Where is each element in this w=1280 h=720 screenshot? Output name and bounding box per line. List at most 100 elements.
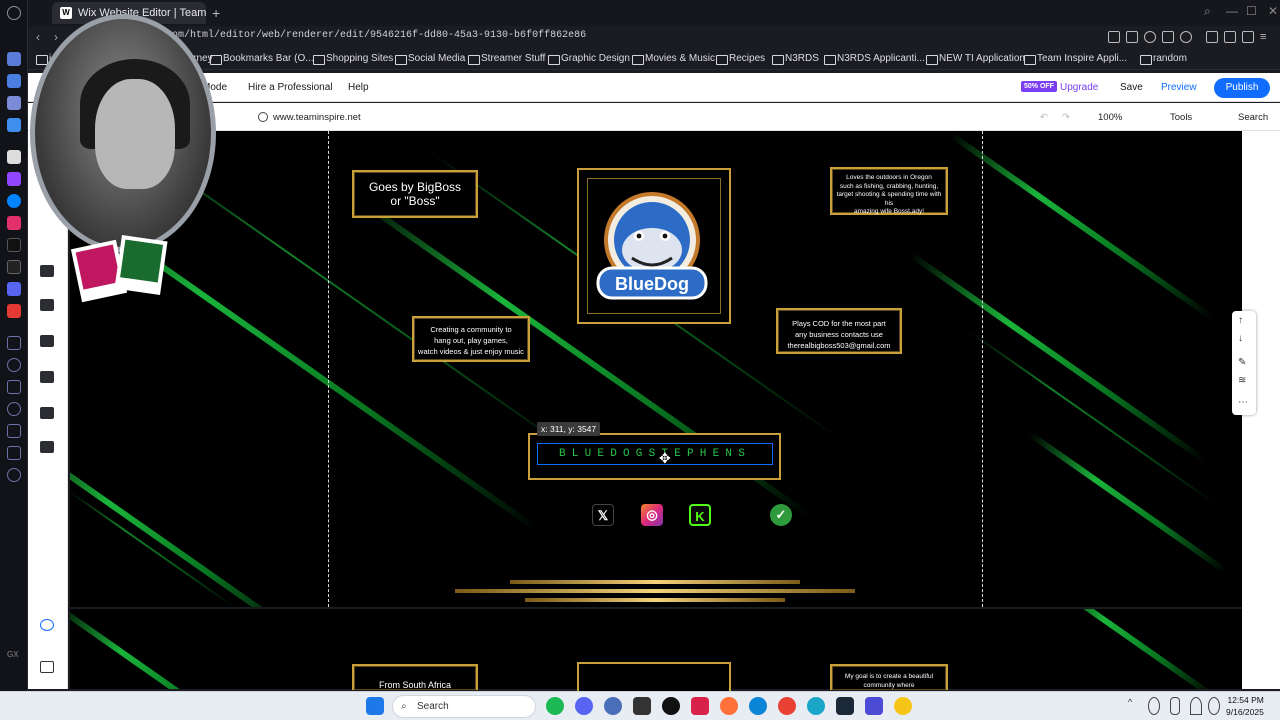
text-box-nickname[interactable]: Goes by BigBoss or "Boss": [352, 170, 478, 218]
gx-icon[interactable]: GX: [7, 650, 21, 664]
system-clock[interactable]: 12:54 PM 9/16/2025: [1226, 694, 1264, 718]
logo-frame[interactable]: [577, 662, 731, 692]
download-icon[interactable]: [7, 424, 21, 438]
cms-icon[interactable]: [40, 407, 54, 419]
upgrade-link[interactable]: Upgrade: [1060, 82, 1098, 93]
text-box-goal[interactable]: My goal is to create a beautiful communi…: [830, 664, 948, 690]
minimize-button[interactable]: —: [1226, 4, 1238, 18]
edit-icon[interactable]: ✎: [1238, 357, 1246, 368]
vpn-icon[interactable]: [1144, 31, 1156, 43]
instagram-icon[interactable]: ◎: [641, 504, 663, 526]
redo-icon[interactable]: ↷: [1062, 112, 1070, 123]
preview-button[interactable]: Preview: [1161, 82, 1197, 93]
maximize-button[interactable]: ☐: [1246, 4, 1257, 18]
extensions-icon[interactable]: [7, 446, 21, 460]
taskbar-app-icon[interactable]: [604, 697, 622, 715]
taskbar-app-icon[interactable]: [894, 697, 912, 715]
player-icon[interactable]: [1162, 31, 1174, 43]
menu-hire-professional[interactable]: Hire a Professional: [248, 82, 332, 93]
history-icon[interactable]: [7, 380, 21, 394]
bookmark-item[interactable]: Shopping Sites: [313, 53, 393, 65]
bookmark-item[interactable]: Bookmarks Bar (O...: [210, 53, 314, 65]
wifi-icon[interactable]: [1190, 697, 1202, 715]
menu-help[interactable]: Help: [348, 82, 369, 93]
bookmark-item[interactable]: random: [1140, 53, 1187, 65]
heart-icon[interactable]: [1180, 31, 1192, 43]
more-icon[interactable]: ⋯: [1238, 397, 1248, 408]
obs-icon[interactable]: [662, 697, 680, 715]
apps-icon[interactable]: [40, 335, 54, 347]
zoom-level[interactable]: 100%: [1098, 112, 1122, 123]
bookmark-item[interactable]: Streamer Stuff: [468, 53, 545, 65]
x-twitter-icon[interactable]: 𝕏: [592, 504, 614, 526]
sidebar-app-icon[interactable]: [7, 96, 21, 110]
heart-icon[interactable]: [7, 358, 21, 372]
arrow-up-icon[interactable]: ↑: [1238, 315, 1243, 326]
taskbar-app-icon[interactable]: [865, 697, 883, 715]
bookmark-item[interactable]: N3RDS: [772, 53, 819, 65]
start-button[interactable]: [366, 697, 384, 715]
bookmark-item[interactable]: Graphic Design: [548, 53, 630, 65]
discord-icon[interactable]: [7, 282, 21, 296]
instagram-icon[interactable]: [7, 216, 21, 230]
search-button[interactable]: Search: [1238, 112, 1268, 123]
publish-button[interactable]: Publish: [1214, 78, 1270, 98]
download-icon[interactable]: [1242, 31, 1254, 43]
clock-icon[interactable]: [7, 402, 21, 416]
messenger-icon[interactable]: [7, 194, 21, 208]
speaker-icon[interactable]: [1148, 697, 1160, 715]
bookmark-item[interactable]: Team Inspire Appli...: [1024, 53, 1127, 65]
tray-chevron-icon[interactable]: ^: [1128, 697, 1138, 715]
bookmark-icon[interactable]: [1108, 31, 1120, 43]
taskbar-app-icon[interactable]: [807, 697, 825, 715]
twitch-icon[interactable]: [7, 172, 21, 186]
tiktok-icon[interactable]: [7, 238, 21, 252]
settings-icon[interactable]: [7, 468, 21, 482]
menu-icon[interactable]: ≡: [1260, 31, 1272, 43]
business-icon[interactable]: [40, 441, 54, 453]
sidebar-app-icon[interactable]: [7, 74, 21, 88]
url-field[interactable]: ...com/html/editor/web/renderer/edit/954…: [148, 30, 586, 41]
edge-icon[interactable]: [749, 697, 767, 715]
sidebar-app-icon[interactable]: [7, 336, 21, 350]
sidebar-app-icon[interactable]: [7, 52, 21, 66]
layers-icon[interactable]: [40, 661, 54, 673]
back-button[interactable]: ‹: [36, 30, 40, 44]
snapshot-icon[interactable]: [1126, 31, 1138, 43]
sidebar-app-icon[interactable]: [7, 304, 21, 318]
bookmark-item[interactable]: Movies & Music: [632, 53, 715, 65]
arrow-down-icon[interactable]: ↓: [1238, 333, 1243, 344]
media-icon[interactable]: [40, 371, 54, 383]
add-elements-icon[interactable]: [40, 265, 54, 277]
site-url[interactable]: www.teaminspire.net: [273, 112, 361, 123]
taskbar-app-icon[interactable]: [633, 697, 651, 715]
forward-button[interactable]: ›: [54, 30, 58, 44]
firefox-icon[interactable]: [720, 697, 738, 715]
undo-icon[interactable]: ↶: [1040, 112, 1048, 123]
sections-icon[interactable]: [40, 299, 54, 311]
bookmark-item[interactable]: Social Media: [395, 53, 465, 65]
volume-icon[interactable]: [1208, 697, 1220, 715]
ai-assistant-icon[interactable]: [40, 619, 54, 631]
text-box-cod[interactable]: Plays COD for the most part any business…: [776, 308, 902, 354]
sidebar-app-icon[interactable]: [7, 118, 21, 132]
x-icon[interactable]: [7, 260, 21, 274]
mic-icon[interactable]: [1170, 697, 1180, 715]
name-text[interactable]: BLUEDOGSTEPHENS: [537, 448, 773, 460]
bookmark-item[interactable]: NEW TI Application: [926, 53, 1025, 65]
extensions-icon[interactable]: [1206, 31, 1218, 43]
new-tab-button[interactable]: +: [212, 2, 220, 24]
tools-button[interactable]: Tools: [1170, 112, 1192, 123]
opera-logo-icon[interactable]: [7, 6, 21, 20]
text-box-outdoors[interactable]: Loves the outdoors in Oregon such as fis…: [830, 167, 948, 215]
verified-check-icon[interactable]: ✓: [770, 504, 792, 526]
bookmark-item[interactable]: Recipes: [716, 53, 765, 65]
close-window-button[interactable]: ✕: [1268, 4, 1278, 18]
save-button[interactable]: Save: [1120, 82, 1143, 93]
sidebar-app-icon[interactable]: [7, 150, 21, 164]
steam-icon[interactable]: [836, 697, 854, 715]
taskbar-search[interactable]: ⌕ Search: [392, 695, 536, 718]
search-tabs-icon[interactable]: ⌕: [1204, 4, 1211, 19]
opera-gx-icon[interactable]: [691, 697, 709, 715]
bookmark-item[interactable]: N3RDS Applicanti...: [824, 53, 925, 65]
